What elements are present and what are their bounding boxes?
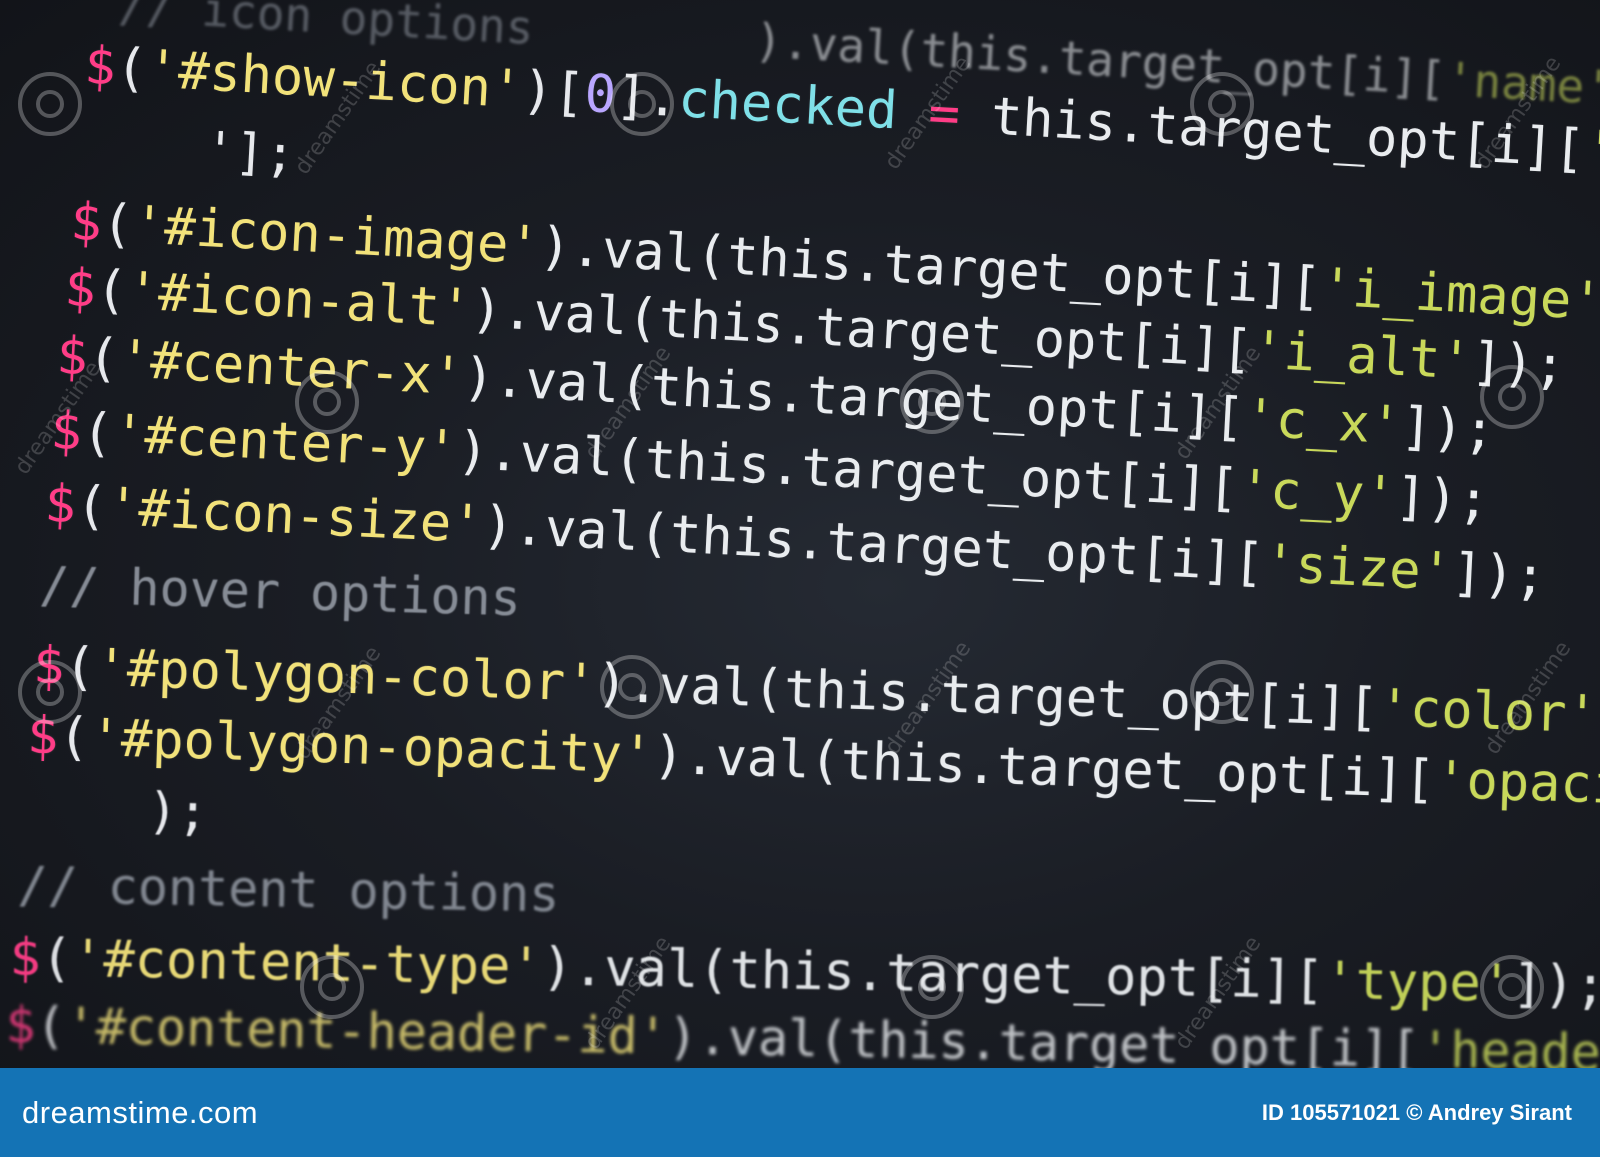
- code-token: $: [5, 996, 37, 1055]
- dreamstime-spiral-icon: [1190, 72, 1254, 136]
- code-token: ]);: [1450, 542, 1548, 608]
- code-token: (: [94, 259, 129, 322]
- code-token: (: [114, 37, 149, 100]
- code-token: (: [100, 193, 135, 256]
- code-token: ]);: [1393, 466, 1491, 532]
- code-token: $: [82, 36, 118, 98]
- footer-logo[interactable]: dreamstime.com: [22, 1095, 258, 1131]
- code-line: '];: [83, 118, 296, 184]
- dreamstime-spiral-icon: [900, 955, 964, 1019]
- code-token: (: [74, 475, 109, 537]
- code-token: checked: [676, 69, 899, 142]
- code-token: (: [40, 928, 73, 990]
- code-token: 'c_y': [1237, 459, 1397, 527]
- code-token: $: [43, 474, 78, 536]
- dreamstime-spiral-icon: [300, 955, 364, 1019]
- code-token: 'size': [1262, 533, 1454, 603]
- code-token: 'opacity': [1434, 750, 1600, 820]
- code-token: $: [9, 928, 42, 989]
- code-token: '];: [82, 114, 297, 184]
- code-token: (: [35, 996, 67, 1056]
- code-token: 'header: [1419, 1020, 1600, 1068]
- dreamstime-spiral-icon: [900, 370, 964, 434]
- code-token: '#polygon-opacity': [88, 707, 654, 786]
- code-token: '#center-x': [117, 329, 465, 408]
- code-token: );: [26, 778, 209, 842]
- code-token: '#icon-alt': [125, 261, 473, 340]
- code-token: '#center-y': [111, 404, 459, 481]
- code-token: // hover options: [38, 556, 522, 628]
- code-token: $: [63, 258, 98, 320]
- code-block: // icon options ).val(this.target_opt[i]…: [0, 0, 1600, 1068]
- code-line: // hover options: [38, 556, 521, 627]
- dreamstime-spiral-icon: [18, 660, 82, 724]
- code-token: ).val(this.target_opt[i][: [595, 653, 1380, 739]
- code-token: // content options: [17, 856, 560, 924]
- dreamstime-spiral-icon: [1480, 955, 1544, 1019]
- code-editor-screen: // icon options ).val(this.target_opt[i]…: [0, 0, 1600, 1068]
- code-token: ).val(this.target_opt[i][: [667, 1007, 1421, 1068]
- dreamstime-spiral-icon: [1480, 365, 1544, 429]
- footer-bar: dreamstime.com ID 105571021 © Andrey Sir…: [0, 1068, 1600, 1157]
- dreamstime-spiral-icon: [1190, 660, 1254, 724]
- code-token: 'i_alt': [1251, 320, 1474, 392]
- code-token: (: [80, 402, 115, 464]
- dreamstime-spiral-icon: [610, 72, 674, 136]
- image-credit: ID 105571021 © Andrey Sirant: [1261, 1099, 1572, 1125]
- code-token: )[: [520, 60, 587, 124]
- code-token: ).val(this.target_opt[i][: [652, 725, 1437, 811]
- dreamstime-spiral-icon: [600, 655, 664, 719]
- code-token: 'c_x': [1243, 388, 1403, 457]
- code-line: // content options: [17, 856, 560, 923]
- dreamstime-spiral-icon: [18, 72, 82, 136]
- code-token: '#content-header-id': [65, 997, 669, 1066]
- code-token: $: [69, 192, 104, 254]
- code-line: );: [26, 782, 209, 842]
- code-token: 'i_image': [1319, 257, 1600, 333]
- code-token: '#icon-size': [105, 477, 484, 556]
- stock-photo: // icon options ).val(this.target_opt[i]…: [0, 0, 1600, 1157]
- dreamstime-spiral-icon: [295, 370, 359, 434]
- code-token: 'label: [1583, 119, 1600, 191]
